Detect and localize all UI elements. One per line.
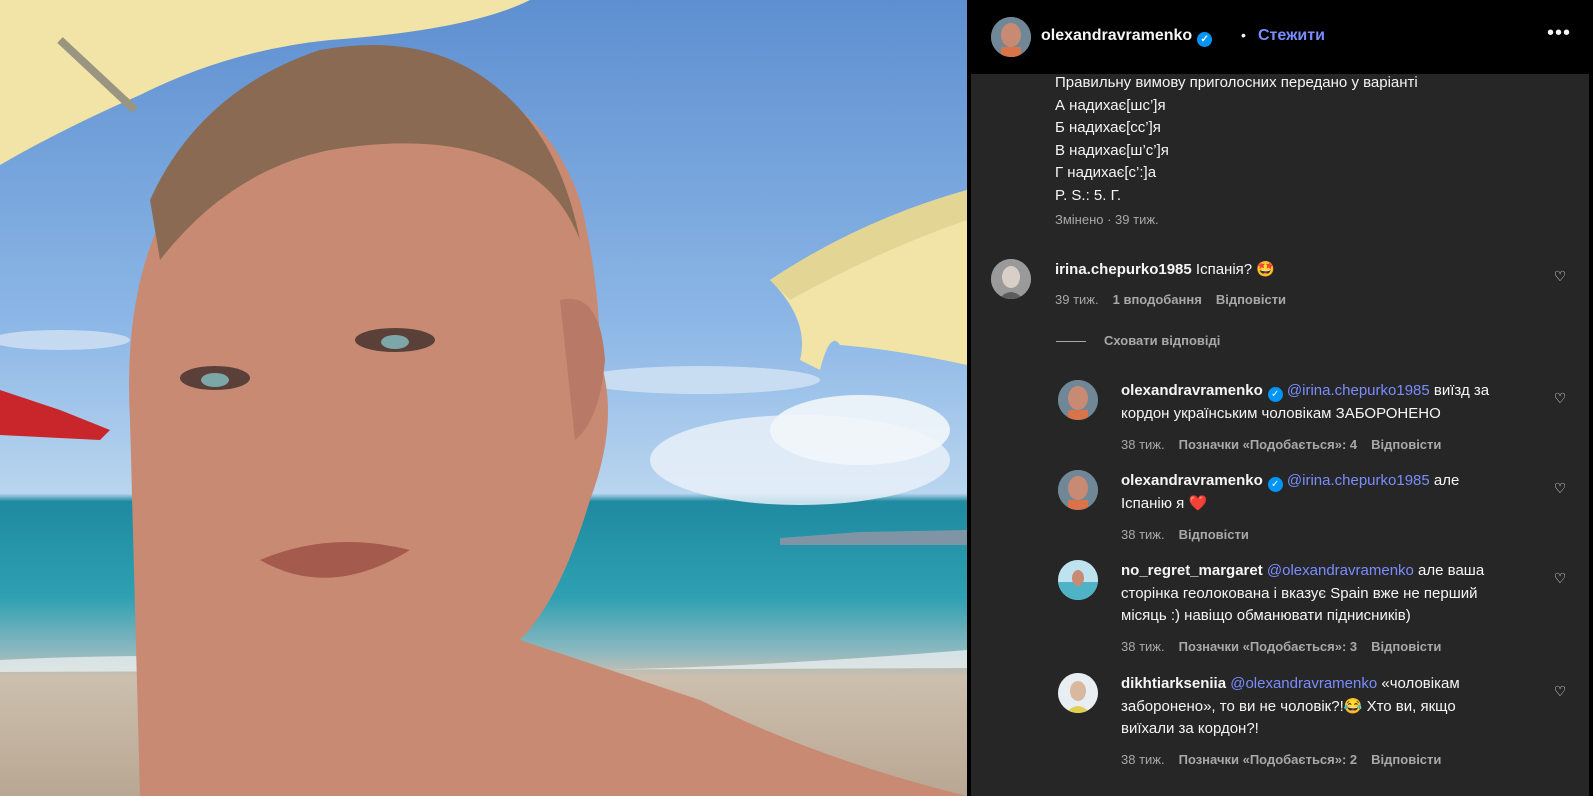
reply-body: dikhtiarkseniia @olexandravramenko «чоло… xyxy=(1121,673,1460,741)
reply-text: Іспанію я ❤️ xyxy=(1121,494,1208,512)
post-photo[interactable] xyxy=(0,0,967,796)
caption-line: P. S.: 5. Г. xyxy=(1055,186,1122,204)
reply-meta: 38 тиж. Позначки «Подобається»: 4 Відповіс… xyxy=(1121,437,1455,452)
reply-time[interactable]: 38 тиж. xyxy=(1121,527,1165,542)
comment-reply-button[interactable]: Відповісти xyxy=(1216,292,1286,307)
like-reply-heart-icon[interactable]: ♡ xyxy=(1553,684,1567,698)
reply-username[interactable]: no_regret_margaret xyxy=(1121,562,1263,579)
reply-mention[interactable]: @olexandravramenko xyxy=(1267,562,1414,579)
comment-body: irina.chepurko1985 Іспанія? 🤩 xyxy=(1055,259,1275,282)
reply-likes[interactable]: Позначки «Подобається»: 4 xyxy=(1179,437,1358,452)
verified-badge-icon: ✓ xyxy=(1197,32,1213,47)
commenter-avatar[interactable] xyxy=(991,259,1031,299)
comment-text: Іспанія? 🤩 xyxy=(1195,261,1275,278)
reply-text: кордон українським чоловікам ЗАБОРОНЕНО xyxy=(1121,404,1441,422)
reply-avatar-image xyxy=(1058,380,1098,420)
reply-text: заборонено», то ви не чоловік?!😂 Хто ви,… xyxy=(1121,697,1456,715)
reply-text: виїзд за xyxy=(1433,382,1490,399)
reply-reply-button[interactable]: Відповісти xyxy=(1179,527,1249,542)
reply-text: місяць :) навіщо обманювати піднисників) xyxy=(1121,607,1411,624)
reply-reply-button[interactable]: Відповісти xyxy=(1371,752,1441,767)
reply-mention[interactable]: @irina.chepurko1985 xyxy=(1287,472,1430,489)
verified-badge-icon: ✓ xyxy=(1267,477,1283,492)
follow-button[interactable]: Стежити xyxy=(1258,27,1325,45)
reply-text: «чоловікам xyxy=(1381,675,1460,692)
caption-edited-label: Змінено · 39 тиж. xyxy=(1055,212,1159,227)
reply-mention[interactable]: @olexandravramenko xyxy=(1230,675,1377,692)
caption-line: А надихає[шс’]я xyxy=(1055,96,1166,114)
comments-panel: olexandravramenko ✓ • Стежити ••• Правиль… xyxy=(967,0,1593,796)
reply-meta: 38 тиж. Відповісти xyxy=(1121,527,1263,542)
separator-dot: • xyxy=(1241,27,1246,43)
caption-line: Г надихає[с’:]а xyxy=(1055,164,1157,181)
reply-mention[interactable]: @irina.chepurko1985 xyxy=(1287,382,1430,399)
reply-text: але ваша xyxy=(1418,562,1485,579)
caption-line: В надихає[ш’с’]я xyxy=(1055,141,1169,159)
reply-avatar[interactable] xyxy=(1058,560,1098,600)
post-caption: Правильну вимову приголосних передано у … xyxy=(1055,72,1418,207)
reply-text: сторінка геолокована і вказує Spain вже … xyxy=(1121,584,1478,602)
commenter-avatar-image xyxy=(991,259,1031,299)
reply-meta: 38 тиж. Позначки «Подобається»: 3 Відповіс… xyxy=(1121,639,1455,654)
like-reply-heart-icon[interactable]: ♡ xyxy=(1553,481,1567,495)
comment-username[interactable]: irina.chepurko1985 xyxy=(1055,261,1192,278)
more-options-icon[interactable]: ••• xyxy=(1547,22,1571,45)
reply-username[interactable]: olexandravramenko xyxy=(1121,472,1263,489)
hide-replies-label[interactable]: Сховати відповіді xyxy=(1104,333,1220,348)
reply-body: olexandravramenko ✓ @irina.chepurko1985 а… xyxy=(1121,470,1459,515)
reply-time[interactable]: 38 тиж. xyxy=(1121,752,1165,767)
instagram-post-view: olexandravramenko ✓ • Стежити ••• Правиль… xyxy=(0,0,1593,796)
reply-username[interactable]: dikhtiarkseniia xyxy=(1121,675,1226,692)
author-avatar[interactable] xyxy=(991,17,1031,57)
like-comment-heart-icon[interactable]: ♡ xyxy=(1553,269,1567,283)
reply-avatar-image xyxy=(1058,673,1098,713)
post-header: olexandravramenko ✓ • Стежити ••• xyxy=(971,0,1589,75)
comments-panel-body[interactable]: olexandravramenko ✓ • Стежити ••• Правиль… xyxy=(971,0,1589,796)
beach-selfie-image xyxy=(0,0,967,796)
author-username-text[interactable]: olexandravramenko xyxy=(1041,27,1192,44)
author-avatar-image xyxy=(991,17,1031,57)
reply-reply-button[interactable]: Відповісти xyxy=(1371,437,1441,452)
reply-body: no_regret_margaret @olexandravramenko ал… xyxy=(1121,560,1484,628)
caption-line: Правильну вимову приголосних передано у … xyxy=(1055,74,1418,91)
comment-meta: 39 тиж. 1 вподобання Відповісти xyxy=(1055,292,1300,307)
reply-reply-button[interactable]: Відповісти xyxy=(1371,639,1441,654)
reply-avatar[interactable] xyxy=(1058,470,1098,510)
reply-username[interactable]: olexandravramenko xyxy=(1121,382,1263,399)
hide-replies-button[interactable]: Сховати відповіді xyxy=(1056,333,1220,348)
verified-badge-icon: ✓ xyxy=(1267,387,1283,402)
reply-text: але xyxy=(1433,472,1460,489)
reply-avatar-image xyxy=(1058,560,1098,600)
reply-likes[interactable]: Позначки «Подобається»: 2 xyxy=(1179,752,1358,767)
reply-text: виїхали за кордон?! xyxy=(1121,720,1259,737)
caption-line: Б надихає[сс’]я xyxy=(1055,119,1161,136)
like-reply-heart-icon[interactable]: ♡ xyxy=(1553,571,1567,585)
reply-meta: 38 тиж. Позначки «Подобається»: 2 Відповіс… xyxy=(1121,752,1455,767)
comment-time[interactable]: 39 тиж. xyxy=(1055,292,1099,307)
reply-time[interactable]: 38 тиж. xyxy=(1121,437,1165,452)
reply-avatar[interactable] xyxy=(1058,380,1098,420)
hide-replies-line xyxy=(1056,341,1086,343)
comment-likes[interactable]: 1 вподобання xyxy=(1113,292,1202,307)
reply-avatar-image xyxy=(1058,470,1098,510)
reply-likes[interactable]: Позначки «Подобається»: 3 xyxy=(1179,639,1358,654)
author-username[interactable]: olexandravramenko ✓ xyxy=(1041,27,1213,47)
reply-avatar[interactable] xyxy=(1058,673,1098,713)
reply-body: olexandravramenko ✓ @irina.chepurko1985 в… xyxy=(1121,380,1489,425)
reply-time[interactable]: 38 тиж. xyxy=(1121,639,1165,654)
like-reply-heart-icon[interactable]: ♡ xyxy=(1553,391,1567,405)
